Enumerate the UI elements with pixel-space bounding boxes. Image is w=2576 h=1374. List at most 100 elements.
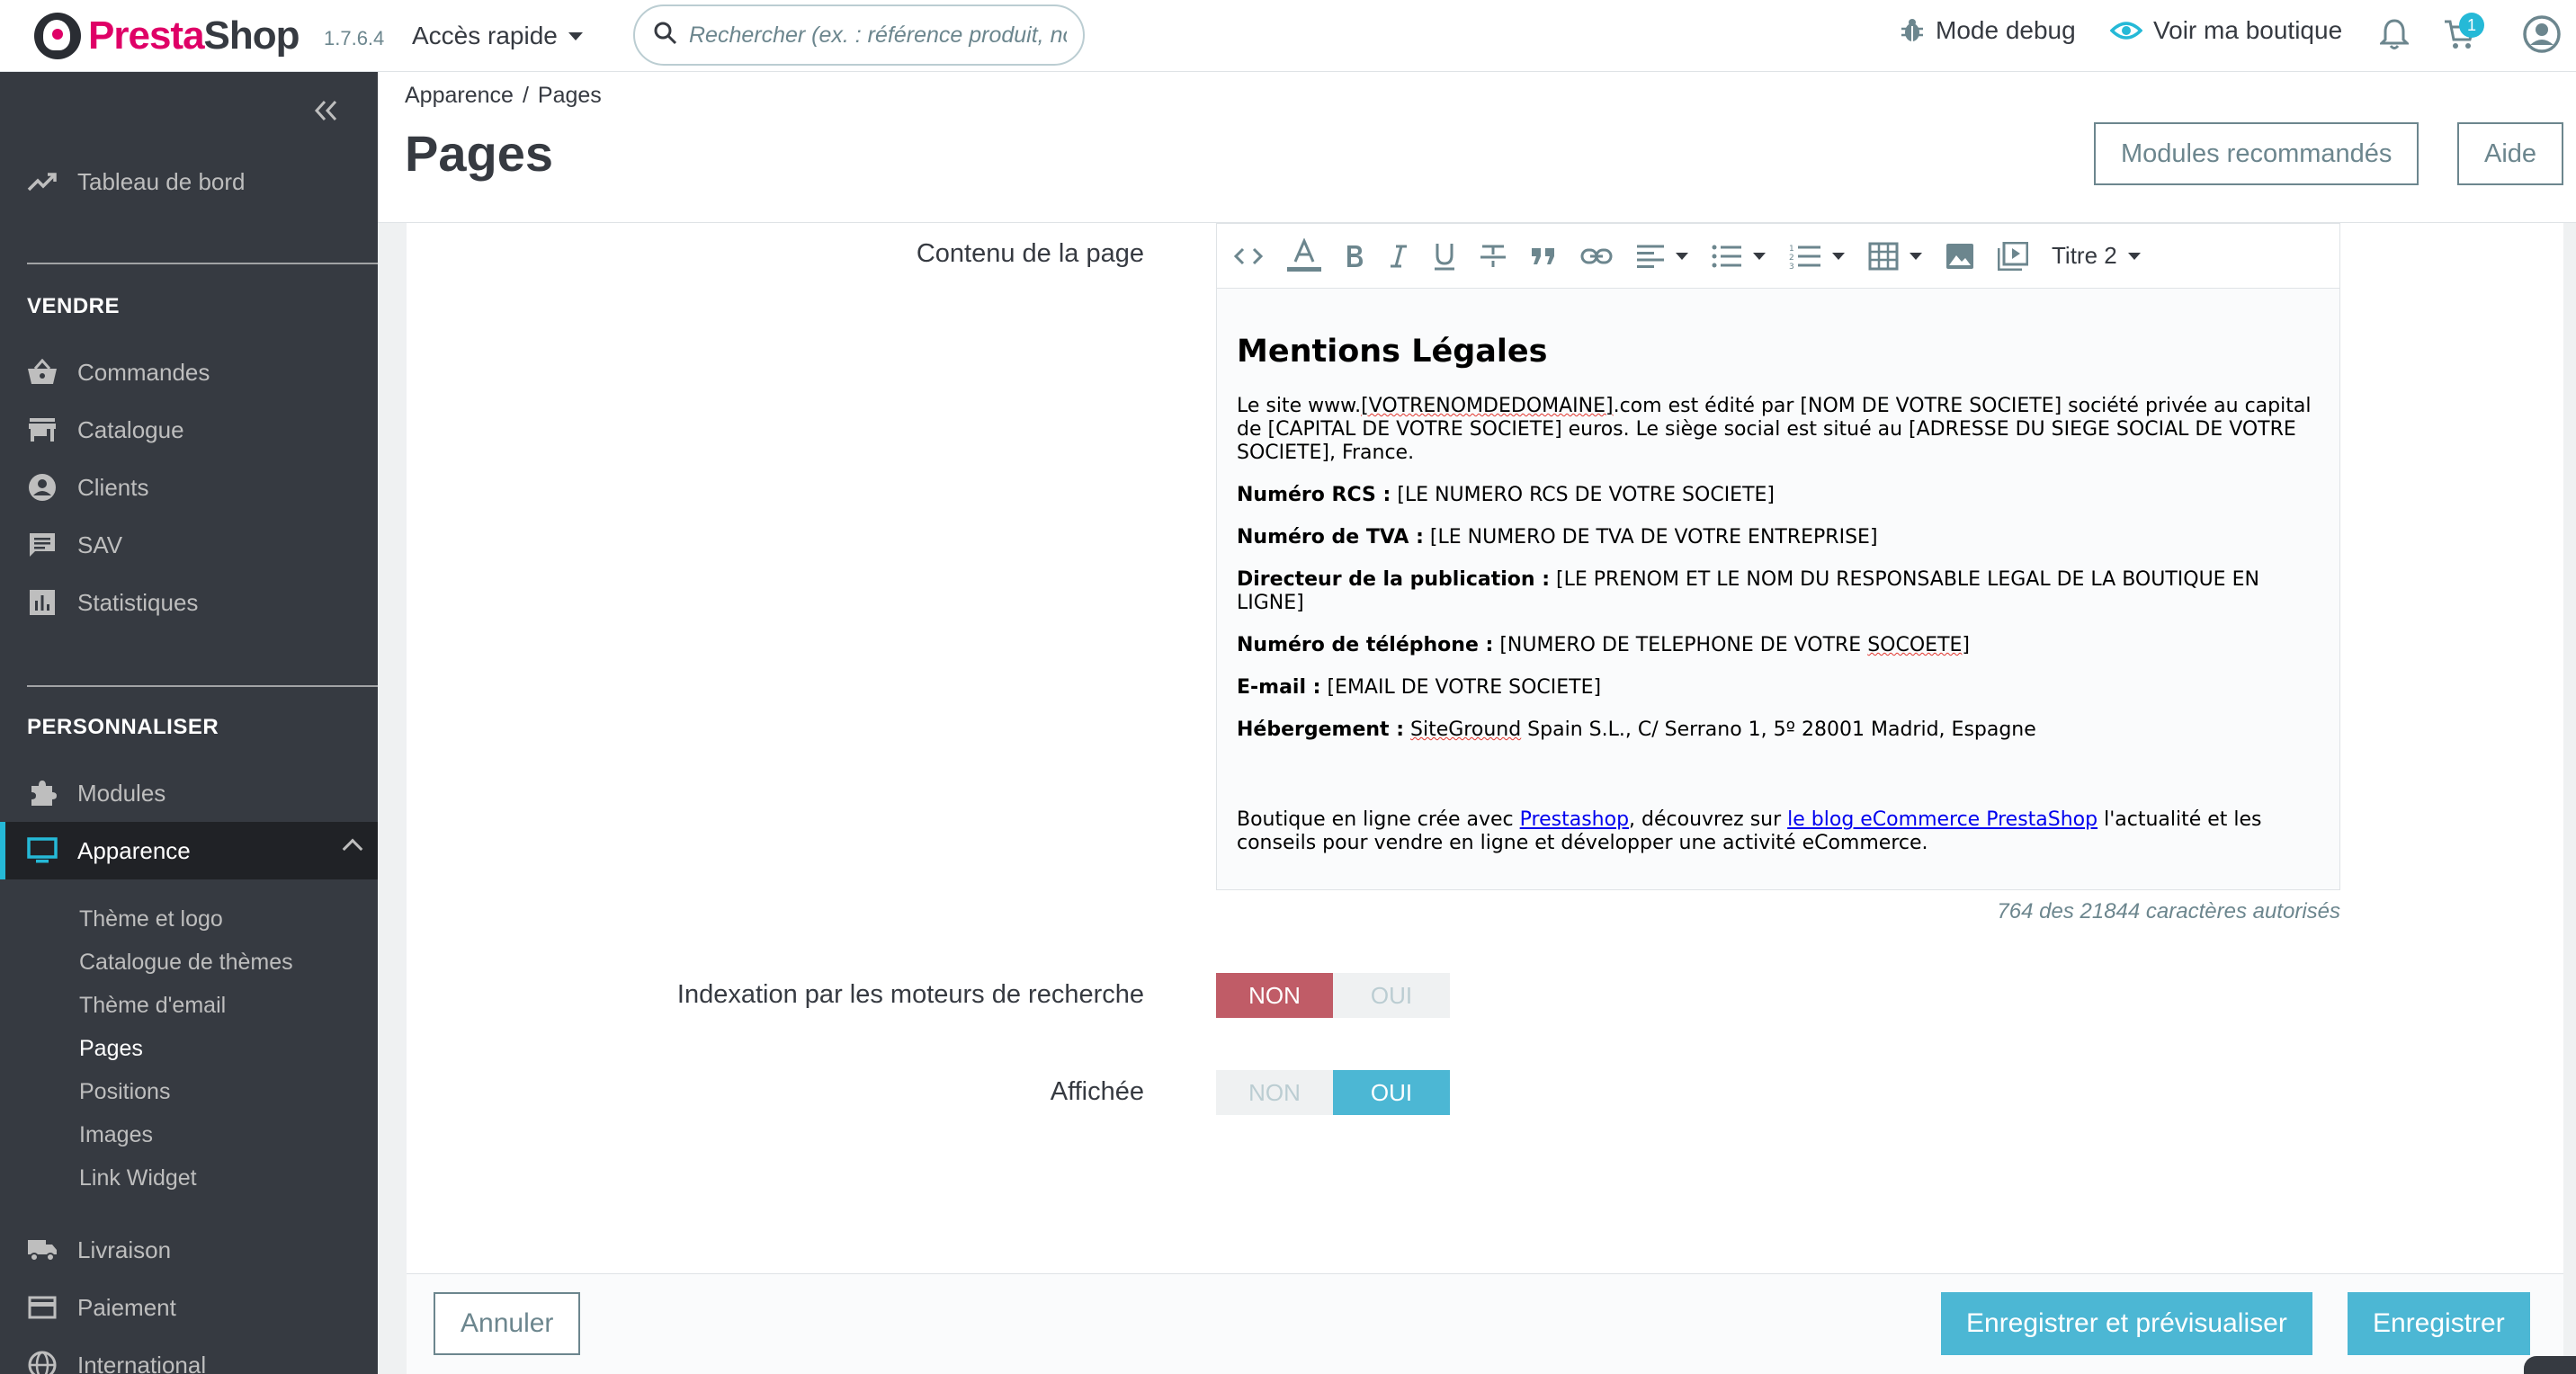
orders-count-badge: 1 — [2459, 13, 2484, 38]
sidebar-item-catalog[interactable]: Catalogue — [0, 401, 378, 459]
page-header: Apparence / Pages Pages Modules recommandé… — [378, 72, 2576, 223]
breadcrumb: Apparence / Pages — [405, 83, 602, 109]
sidebar-subitem-theme-logo[interactable]: Thème et logo — [79, 906, 223, 932]
table-icon[interactable] — [1868, 238, 1922, 274]
sidebar-subitem-theme-catalog[interactable]: Catalogue de thèmes — [79, 950, 293, 976]
sidebar-subitem-pages[interactable]: Pages — [79, 1036, 143, 1062]
rich-text-editor[interactable]: 123 Titre 2 Mentions Légales Le site www… — [1216, 223, 2340, 890]
help-chat-tab[interactable] — [2524, 1356, 2576, 1374]
doc-intro-paragraph: Le site www.[VOTRENOMDEDOMAINE].com est … — [1237, 395, 2320, 465]
indexation-switch[interactable]: NON OUI — [1216, 973, 1450, 1018]
cancel-button[interactable]: Annuler — [434, 1292, 581, 1355]
employee-account-button[interactable] — [2522, 14, 2562, 60]
sidebar-item-appearance[interactable]: Apparence — [0, 822, 378, 879]
image-icon[interactable] — [1945, 238, 1974, 274]
svg-text:1: 1 — [1789, 245, 1794, 254]
sidebar-subitem-positions[interactable]: Positions — [79, 1079, 170, 1105]
store-icon — [27, 415, 58, 445]
doc-phone-paragraph: Numéro de téléphone : [NUMERO DE TELEPHO… — [1237, 634, 2320, 657]
view-shop-link[interactable]: Voir ma boutique — [2110, 16, 2342, 45]
sidebar-item-label: Catalogue — [77, 415, 184, 443]
sidebar-divider — [27, 685, 378, 687]
sidebar-subitem-images[interactable]: Images — [79, 1122, 153, 1148]
eye-icon — [2110, 20, 2142, 41]
save-button[interactable]: Enregistrer — [2348, 1292, 2530, 1355]
doc-text: Le site www. — [1237, 395, 1362, 417]
sidebar-item-shipping[interactable]: Livraison — [0, 1221, 378, 1279]
bug-icon — [1900, 17, 1925, 44]
doc-text: , découvrez sur — [1629, 808, 1788, 831]
debug-mode-link[interactable]: Mode debug — [1900, 16, 2076, 45]
indexation-yes-option[interactable]: OUI — [1333, 973, 1450, 1018]
blockquote-icon[interactable] — [1530, 238, 1557, 274]
quick-access-dropdown[interactable]: Accès rapide — [412, 22, 583, 50]
text-color-icon[interactable] — [1287, 237, 1321, 274]
sidebar-subitem-email-theme[interactable]: Thème d'email — [79, 993, 226, 1019]
help-button[interactable]: Aide — [2457, 122, 2564, 185]
underline-icon[interactable] — [1433, 238, 1456, 274]
displayed-yes-option[interactable]: OUI — [1333, 1070, 1450, 1115]
source-code-icon[interactable] — [1233, 238, 1264, 274]
sidebar-item-statistics[interactable]: Statistiques — [0, 574, 378, 631]
sidebar-item-label: Statistiques — [77, 588, 199, 616]
sidebar-item-international[interactable]: International — [0, 1336, 378, 1374]
sidebar-item-dashboard[interactable]: Tableau de bord — [0, 153, 378, 210]
doc-field-label: Directeur de la publication : — [1237, 568, 1551, 591]
editor-content[interactable]: Mentions Légales Le site www.[VOTRENOMDE… — [1217, 289, 2339, 894]
heading-format-dropdown[interactable]: Titre 2 — [2052, 238, 2141, 274]
doc-email-paragraph: E-mail : [EMAIL DE VOTRE SOCIETE] — [1237, 676, 2320, 700]
bold-icon[interactable] — [1345, 238, 1364, 274]
sidebar-item-payment[interactable]: Paiement — [0, 1279, 378, 1336]
sidebar-item-customer-service[interactable]: SAV — [0, 516, 378, 574]
puzzle-icon — [27, 778, 58, 808]
indexation-no-option[interactable]: NON — [1216, 973, 1333, 1018]
sidebar-item-modules[interactable]: Modules — [0, 764, 378, 822]
collapse-sidebar-icon[interactable] — [313, 95, 338, 130]
doc-field-label: Hébergement : — [1237, 718, 1405, 741]
sidebar-item-customers[interactable]: Clients — [0, 459, 378, 516]
displayed-no-option[interactable]: NON — [1216, 1070, 1333, 1115]
italic-icon[interactable] — [1388, 238, 1409, 274]
view-shop-label: Voir ma boutique — [2153, 16, 2343, 44]
sidebar-item-label: Modules — [77, 779, 166, 807]
sidebar-divider — [27, 263, 378, 264]
breadcrumb-current: Pages — [537, 83, 602, 108]
strikethrough-icon[interactable] — [1480, 238, 1507, 274]
search-input[interactable] — [689, 22, 1067, 49]
sidebar-subitem-link-widget[interactable]: Link Widget — [79, 1165, 197, 1191]
editor-toolbar: 123 Titre 2 — [1217, 224, 2339, 289]
prestashop-link[interactable]: Prestashop — [1520, 808, 1629, 831]
doc-field-value: SOCOETE — [1867, 634, 1963, 656]
prestashop-logo[interactable]: PrestaShop — [34, 13, 300, 59]
recommended-modules-button[interactable]: Modules recommandés — [2094, 122, 2419, 185]
sidebar-item-label: Clients — [77, 473, 149, 501]
sidebar-item-label: Apparence — [77, 836, 191, 864]
notifications-button[interactable] — [2378, 18, 2411, 57]
doc-tva-paragraph: Numéro de TVA : [LE NUMERO DE TVA DE VOT… — [1237, 526, 2320, 549]
save-and-preview-button[interactable]: Enregistrer et prévisualiser — [1941, 1292, 2312, 1355]
displayed-switch[interactable]: NON OUI — [1216, 1070, 1450, 1115]
sidebar-item-label: Livraison — [77, 1236, 172, 1263]
caret-down-icon — [1753, 252, 1766, 260]
trending-up-icon — [27, 166, 58, 197]
doc-field-value: Spain S.L., C/ Serrano 1, 5º 28001 Madri… — [1521, 718, 2036, 741]
sidebar-item-orders[interactable]: Commandes — [0, 344, 378, 401]
page-form: Contenu de la page 1 2 3 Titre 2 Mention… — [407, 223, 2563, 1273]
media-video-icon[interactable] — [1998, 238, 2028, 274]
caret-down-icon — [1832, 252, 1845, 260]
caret-down-icon — [1910, 252, 1922, 260]
doc-text: Boutique en ligne crée avec — [1237, 808, 1520, 831]
link-icon[interactable] — [1580, 238, 1613, 274]
debug-mode-label: Mode debug — [1936, 16, 2076, 44]
bullet-list-icon[interactable] — [1712, 238, 1766, 274]
blog-link[interactable]: le blog eCommerce PrestaShop — [1787, 808, 2097, 831]
search-box[interactable] — [633, 4, 1085, 66]
align-left-icon[interactable] — [1636, 238, 1688, 274]
caret-down-icon — [568, 31, 583, 40]
numbered-list-icon[interactable]: 123 — [1789, 238, 1845, 274]
displayed-label: Affichée — [1050, 1077, 1144, 1106]
sidebar-section-sell: VENDRE — [27, 294, 121, 318]
breadcrumb-parent[interactable]: Apparence — [405, 83, 514, 108]
version-label: 1.7.6.4 — [324, 27, 385, 49]
sidebar-item-label: International — [77, 1351, 207, 1374]
